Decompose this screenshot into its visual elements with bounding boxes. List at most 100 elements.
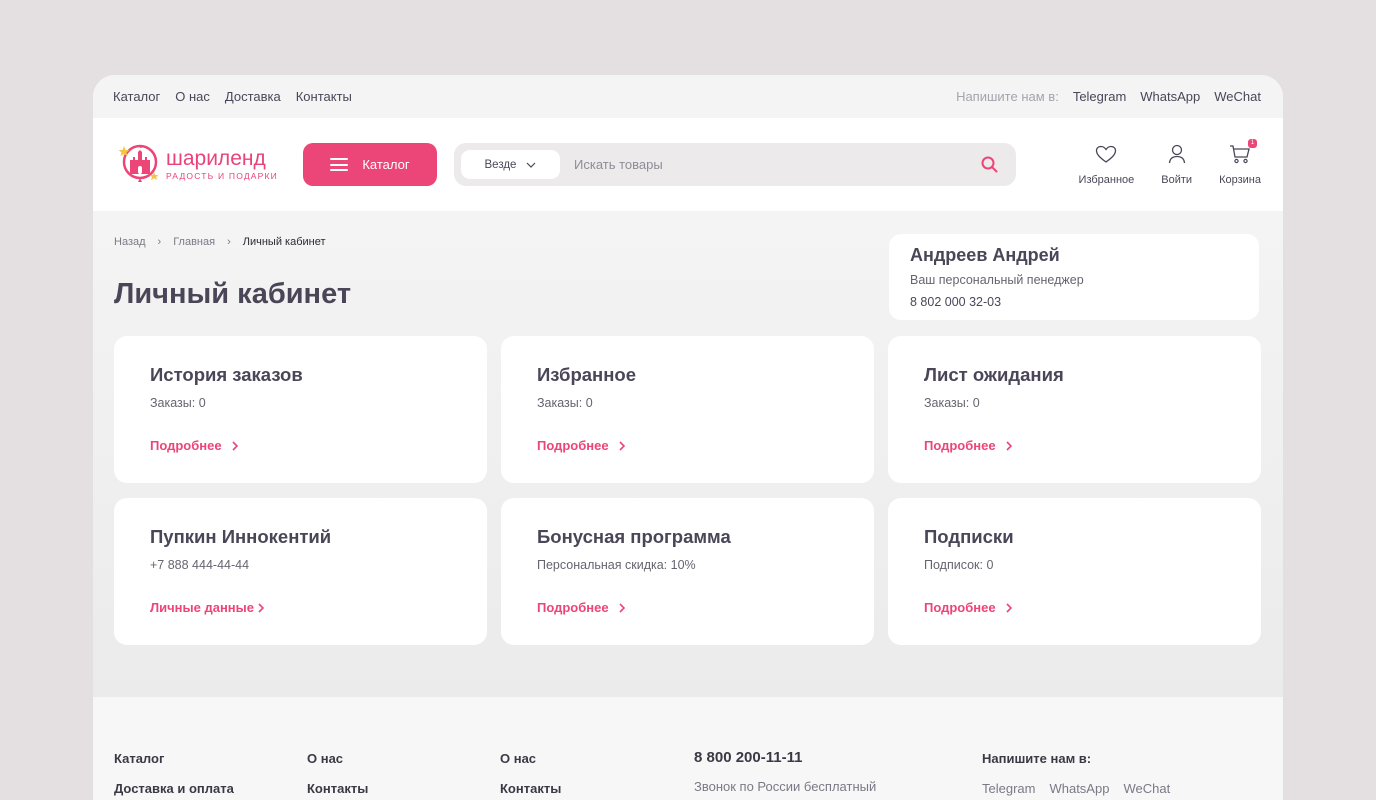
favorites-label: Избранное <box>1078 174 1135 186</box>
manager-name: Андреев Андрей <box>910 245 1060 265</box>
search-scope-dropdown[interactable]: Везде <box>461 150 560 179</box>
footer-col-3: О нас Контакты <box>500 751 561 800</box>
cart-icon: 1 <box>1229 139 1258 165</box>
footer-link-about[interactable]: О нас <box>500 751 561 766</box>
logo-name: шариленд <box>166 147 266 170</box>
top-nav-catalog[interactable]: Каталог <box>113 89 160 104</box>
breadcrumb-home[interactable]: Главная <box>173 236 215 248</box>
main-content: Назад › Главная › Личный кабинет Личный … <box>93 211 1283 697</box>
chevron-right-icon <box>1006 602 1012 613</box>
footer-messenger-links: Telegram WhatsApp WeChat <box>982 781 1170 796</box>
breadcrumb-separator-icon: › <box>157 236 162 248</box>
card-subtitle: +7 888 444-44-44 <box>150 558 250 572</box>
logo-tagline: РАДОСТЬ И ПОДАРКИ <box>166 171 278 181</box>
footer-link-about[interactable]: О нас <box>307 751 368 766</box>
footer-wechat-link[interactable]: WeChat <box>1123 781 1170 796</box>
favorites-card: Избранное Заказы: 0 Подробнее <box>501 336 874 483</box>
footer-telegram-link[interactable]: Telegram <box>982 781 1035 796</box>
top-nav-about[interactable]: О нас <box>175 89 210 104</box>
search-bar: Везде <box>454 143 1016 186</box>
heart-icon <box>1095 143 1117 165</box>
header-actions: Избранное Войти 1 Корзина <box>1078 139 1261 186</box>
favorites-button[interactable]: Избранное <box>1078 143 1135 186</box>
user-icon <box>1168 143 1186 165</box>
logo[interactable]: шариленд РАДОСТЬ И ПОДАРКИ <box>118 142 303 188</box>
catalog-button[interactable]: Каталог <box>303 143 437 186</box>
manager-role: Ваш персональный пенеджер <box>910 273 1084 287</box>
waitlist-card: Лист ожидания Заказы: 0 Подробнее <box>888 336 1261 483</box>
chevron-down-icon <box>527 162 536 168</box>
footer-phone-note: Звонок по России бесплатный <box>694 779 877 794</box>
top-messengers: Напишите нам в: Telegram WhatsApp WeChat <box>956 89 1261 104</box>
order-history-card: История заказов Заказы: 0 Подробнее <box>114 336 487 483</box>
link-label: Личные данные <box>150 600 254 615</box>
castle-balloon-logo-icon <box>118 142 160 188</box>
breadcrumb-separator-icon: › <box>227 236 231 248</box>
chevron-right-icon <box>619 440 625 451</box>
footer-link-catalog[interactable]: Каталог <box>114 751 234 766</box>
header: шариленд РАДОСТЬ И ПОДАРКИ Каталог Везде… <box>93 118 1283 211</box>
subscriptions-card: Подписки Подписок: 0 Подробнее <box>888 498 1261 645</box>
footer-col-2: О нас Контакты <box>307 751 368 800</box>
search-input[interactable] <box>574 157 981 172</box>
link-label: Подробнее <box>150 438 222 453</box>
chevron-right-icon <box>232 440 238 451</box>
write-us-label: Напишите нам в: <box>956 89 1059 104</box>
link-label: Подробнее <box>924 438 996 453</box>
footer-link-contacts[interactable]: Контакты <box>500 781 561 796</box>
wechat-link[interactable]: WeChat <box>1214 89 1261 104</box>
breadcrumb: Назад › Главная › Личный кабинет <box>114 236 326 248</box>
top-nav: Каталог О нас Доставка Контакты <box>113 89 352 104</box>
footer-whatsapp-link[interactable]: WhatsApp <box>1049 781 1109 796</box>
chevron-right-icon <box>258 602 264 613</box>
footer: Каталог Доставка и оплата О нас Контакты… <box>93 697 1283 800</box>
card-title: Пупкин Иннокентий <box>150 526 332 547</box>
page-title: Личный кабинет <box>114 278 352 310</box>
login-label: Войти <box>1161 174 1193 186</box>
link-label: Подробнее <box>537 438 609 453</box>
whatsapp-link[interactable]: WhatsApp <box>1140 89 1200 104</box>
cart-count-badge: 1 <box>1248 139 1258 148</box>
cart-button[interactable]: 1 Корзина <box>1219 139 1261 186</box>
menu-icon <box>330 158 349 171</box>
footer-phone[interactable]: 8 800 200-11-11 <box>694 749 876 766</box>
waitlist-more-link[interactable]: Подробнее <box>924 438 1012 453</box>
footer-contact: 8 800 200-11-11 Звонок по России бесплат… <box>694 749 876 800</box>
manager-card: Андреев Андрей Ваш персональный пенеджер… <box>889 234 1259 320</box>
manager-phone[interactable]: 8 802 000 32-03 <box>910 295 1238 309</box>
link-label: Подробнее <box>537 600 609 615</box>
card-subtitle: Заказы: 0 <box>537 396 593 410</box>
login-button[interactable]: Войти <box>1161 143 1192 186</box>
favorites-more-link[interactable]: Подробнее <box>537 438 625 453</box>
search-scope-value: Везде <box>484 158 517 171</box>
telegram-link[interactable]: Telegram <box>1073 89 1126 104</box>
cart-label: Корзина <box>1219 174 1261 186</box>
search-icon[interactable] <box>981 156 998 173</box>
footer-link-contacts[interactable]: Контакты <box>307 781 368 796</box>
top-nav-contacts[interactable]: Контакты <box>296 89 352 104</box>
bonus-more-link[interactable]: Подробнее <box>537 600 625 615</box>
card-subtitle: Персональная скидка: 10% <box>537 558 696 572</box>
footer-messengers: Напишите нам в: Telegram WhatsApp WeChat <box>982 751 1170 800</box>
chevron-right-icon <box>619 602 625 613</box>
bonus-program-card: Бонусная программа Персональная скидка: … <box>501 498 874 645</box>
browser-frame: Каталог О нас Доставка Контакты Напишите… <box>93 75 1283 800</box>
footer-link-delivery[interactable]: Доставка и оплата <box>114 781 234 796</box>
card-title: Бонусная программа <box>537 526 731 547</box>
catalog-button-label: Каталог <box>362 157 410 172</box>
card-subtitle: Подписок: 0 <box>924 558 994 572</box>
breadcrumb-back[interactable]: Назад <box>114 236 146 248</box>
top-nav-delivery[interactable]: Доставка <box>225 89 281 104</box>
subscriptions-more-link[interactable]: Подробнее <box>924 600 1012 615</box>
card-title: Избранное <box>537 364 636 385</box>
card-title: Лист ожидания <box>924 364 1064 385</box>
order-history-more-link[interactable]: Подробнее <box>150 438 238 453</box>
link-label: Подробнее <box>924 600 996 615</box>
logo-text: шариленд РАДОСТЬ И ПОДАРКИ <box>166 147 278 182</box>
personal-data-link[interactable]: Личные данные <box>150 600 264 615</box>
card-subtitle: Заказы: 0 <box>924 396 980 410</box>
card-title: Подписки <box>924 526 1014 547</box>
profile-card: Пупкин Иннокентий +7 888 444-44-44 Личны… <box>114 498 487 645</box>
top-bar: Каталог О нас Доставка Контакты Напишите… <box>93 75 1283 118</box>
card-title: История заказов <box>150 364 303 385</box>
